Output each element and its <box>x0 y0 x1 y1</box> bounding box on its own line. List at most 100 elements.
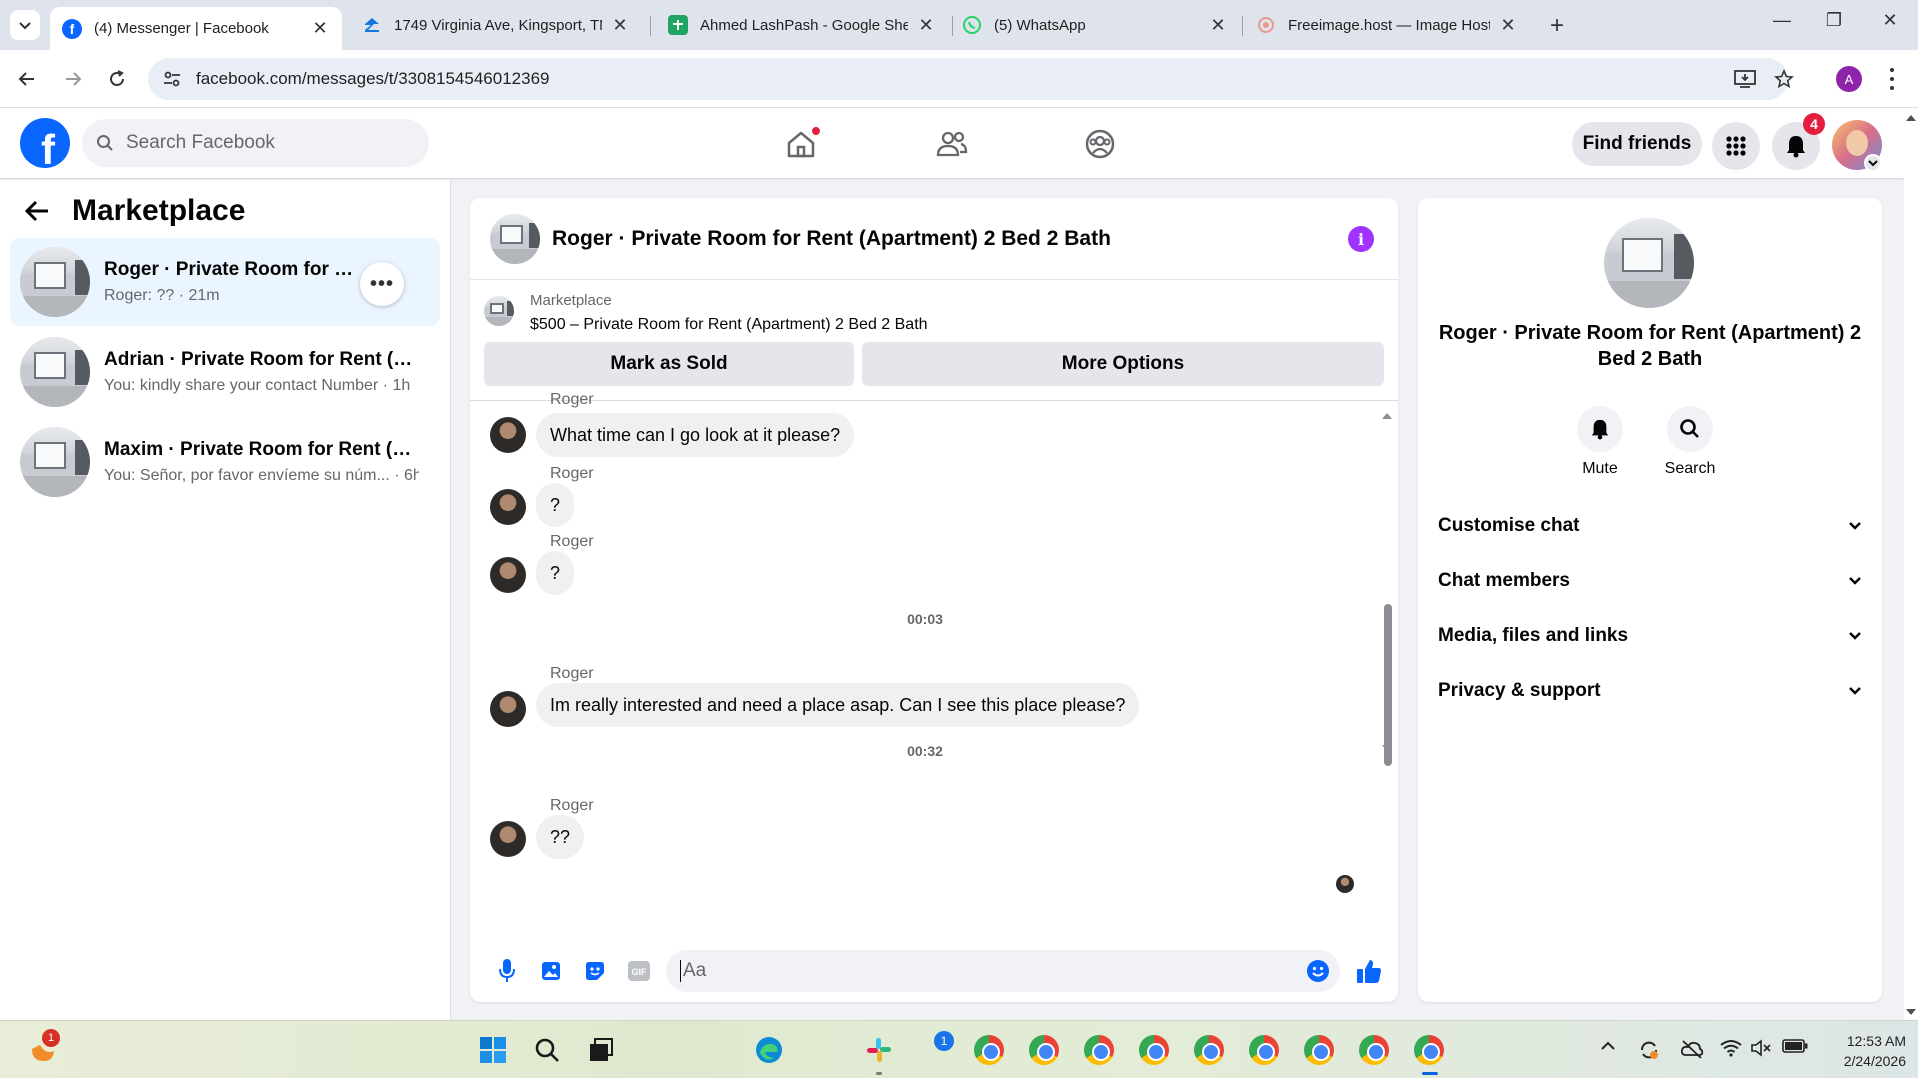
media-files-links-section[interactable]: Media, files and links <box>1438 614 1862 658</box>
groups-nav-button[interactable] <box>1080 124 1120 164</box>
emoji-picker-icon[interactable] <box>1306 959 1330 989</box>
chrome-taskbar-button-2[interactable] <box>1027 1033 1061 1067</box>
bookmark-star-icon[interactable] <box>1774 68 1794 94</box>
minimize-window-button[interactable]: — <box>1762 10 1802 31</box>
listing-thumbnail-large[interactable] <box>1604 218 1694 308</box>
page-scrollbar[interactable] <box>1904 108 1918 1020</box>
customise-chat-section[interactable]: Customise chat <box>1438 504 1862 548</box>
reload-button[interactable] <box>102 64 132 94</box>
sender-avatar[interactable] <box>490 691 526 727</box>
close-window-button[interactable]: ✕ <box>1870 10 1910 31</box>
conversation-item-maxim[interactable]: Maxim · Private Room for Rent (A... You:… <box>10 418 440 506</box>
friends-nav-button[interactable] <box>932 124 972 164</box>
sender-avatar[interactable] <box>490 417 526 453</box>
site-info-icon[interactable] <box>162 69 182 94</box>
tab-search-button[interactable] <box>10 10 40 40</box>
facebook-search-input[interactable]: Search Facebook <box>82 119 429 167</box>
message-bubble[interactable]: Im really interested and need a place as… <box>536 683 1140 727</box>
like-send-button[interactable] <box>1354 956 1384 986</box>
menu-button[interactable] <box>1712 122 1760 170</box>
message-input[interactable]: Aa <box>666 950 1340 992</box>
close-tab-icon[interactable]: ✕ <box>916 15 936 36</box>
chrome-taskbar-button-6[interactable] <box>1247 1033 1281 1067</box>
browser-profile-avatar[interactable]: A <box>1836 66 1862 92</box>
chat-title[interactable]: Roger · Private Room for Rent (Apartment… <box>552 227 1111 251</box>
conversation-item-adrian[interactable]: Adrian · Private Room for Rent (Ap... Yo… <box>10 328 440 416</box>
conversation-options-button[interactable]: ••• <box>360 262 404 306</box>
chrome-taskbar-button-3[interactable] <box>1082 1033 1116 1067</box>
address-bar[interactable]: facebook.com/messages/t/3308154546012369 <box>148 58 1794 100</box>
start-button[interactable] <box>476 1033 510 1067</box>
scroll-down-arrow-icon[interactable] <box>1904 1006 1918 1018</box>
mute-button[interactable]: Mute <box>1560 406 1640 478</box>
listing-price-title[interactable]: $500 – Private Room for Rent (Apartment)… <box>530 316 928 334</box>
new-tab-button[interactable]: + <box>1544 12 1570 40</box>
close-tab-icon[interactable]: ✕ <box>1208 15 1228 36</box>
taskbar-app-button[interactable]: 1 <box>924 1031 958 1067</box>
message-bubble[interactable]: What time can I go look at it please? <box>536 413 855 457</box>
chevron-down-icon <box>1849 522 1861 530</box>
conversation-item-roger[interactable]: Roger · Private Room for Rent (Apartment… <box>10 238 440 326</box>
widgets-button[interactable]: 1 <box>24 1029 60 1067</box>
tab-messenger[interactable]: f (4) Messenger | Facebook ✕ <box>50 7 342 50</box>
scroll-up-arrow-icon[interactable] <box>1904 112 1918 124</box>
cloud-offline-icon[interactable] <box>1680 1039 1704 1063</box>
sticker-button[interactable] <box>582 958 608 984</box>
facebook-logo[interactable]: f <box>20 118 70 168</box>
attach-media-button[interactable] <box>538 958 564 984</box>
browser-menu-icon[interactable] <box>1886 66 1898 92</box>
privacy-support-section[interactable]: Privacy & support <box>1438 669 1862 713</box>
back-button[interactable] <box>12 64 42 94</box>
chat-scroll-up-icon[interactable] <box>1380 410 1394 422</box>
chat-scroll-down-icon[interactable] <box>1380 742 1394 754</box>
chrome-taskbar-button-7[interactable] <box>1302 1033 1336 1067</box>
sender-avatar[interactable] <box>490 821 526 857</box>
close-tab-icon[interactable]: ✕ <box>1498 15 1518 36</box>
close-tab-icon[interactable]: ✕ <box>610 15 630 36</box>
message-bubble[interactable]: ? <box>536 483 575 527</box>
search-in-conversation-button[interactable]: Search <box>1650 406 1730 478</box>
voice-clip-button[interactable] <box>494 958 520 984</box>
chrome-taskbar-button-8[interactable] <box>1357 1033 1391 1067</box>
forward-button[interactable] <box>58 64 88 94</box>
sender-avatar[interactable] <box>490 489 526 525</box>
system-clock[interactable]: 12:53 AM 2/24/2026 <box>1830 1031 1906 1071</box>
home-nav-button[interactable] <box>781 124 821 164</box>
chrome-taskbar-button-1[interactable] <box>972 1033 1006 1067</box>
message-bubble[interactable]: ?? <box>536 815 585 859</box>
tab-whatsapp[interactable]: (5) WhatsApp ✕ <box>950 7 1240 43</box>
listing-thumbnail[interactable] <box>490 213 540 264</box>
message-bubble[interactable]: ? <box>536 551 575 595</box>
chrome-taskbar-button-4[interactable] <box>1137 1033 1171 1067</box>
tab-freeimage[interactable]: Freeimage.host — Image Hosting ✕ <box>1244 7 1530 43</box>
arrow-right-icon <box>66 72 82 86</box>
battery-icon[interactable] <box>1782 1039 1808 1057</box>
info-icon[interactable]: i <box>1348 226 1374 252</box>
back-arrow-icon[interactable] <box>24 199 50 223</box>
chat-members-section[interactable]: Chat members <box>1438 559 1862 603</box>
restore-window-button[interactable]: ❐ <box>1814 10 1854 31</box>
tab-zillow[interactable]: 1749 Virginia Ave, Kingsport, TN ✕ <box>350 7 642 43</box>
edge-taskbar-button[interactable] <box>752 1033 786 1067</box>
volume-muted-icon[interactable] <box>1750 1039 1772 1061</box>
account-chevron-icon[interactable] <box>1864 154 1882 172</box>
sync-icon[interactable] <box>1638 1039 1660 1065</box>
tab-google-sheets[interactable]: Ahmed LashPash - Google Sheets ✕ <box>656 7 948 43</box>
wifi-icon[interactable] <box>1720 1039 1742 1061</box>
sender-avatar[interactable] <box>490 557 526 593</box>
show-hidden-icons-button[interactable] <box>1600 1039 1616 1056</box>
chrome-taskbar-button-active[interactable] <box>1412 1033 1446 1067</box>
mark-as-sold-button[interactable]: Mark as Sold <box>484 342 854 386</box>
chrome-taskbar-button-5[interactable] <box>1192 1033 1226 1067</box>
more-options-button[interactable]: More Options <box>862 342 1384 386</box>
install-app-icon[interactable] <box>1734 69 1756 94</box>
find-friends-button[interactable]: Find friends <box>1572 122 1702 166</box>
gif-button[interactable]: GIF <box>626 958 652 984</box>
task-view-button[interactable] <box>584 1033 618 1067</box>
image-icon <box>542 962 560 980</box>
slack-taskbar-button[interactable] <box>862 1033 896 1075</box>
chrome-icon <box>1304 1035 1334 1065</box>
close-tab-icon[interactable]: ✕ <box>310 18 330 39</box>
tab-title: (5) WhatsApp <box>994 16 1086 34</box>
search-taskbar-button[interactable] <box>530 1033 564 1067</box>
